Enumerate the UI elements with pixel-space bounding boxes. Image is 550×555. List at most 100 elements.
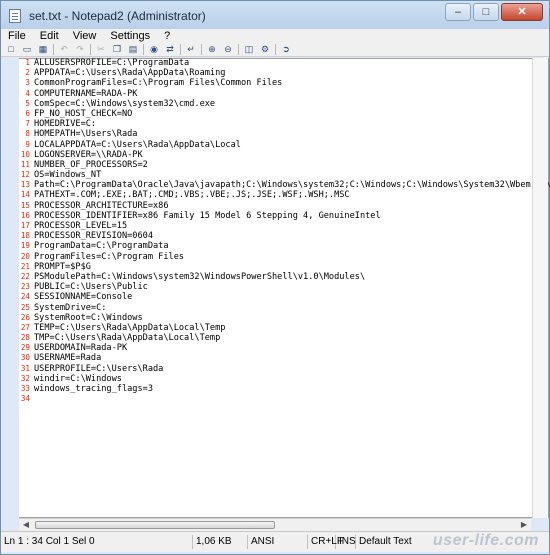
editor-line[interactable]: 24 SESSIONNAME=Console [1, 292, 549, 302]
line-text[interactable]: ProgramData=C:\ProgramData [34, 241, 169, 251]
line-text[interactable]: TMP=C:\Users\Rada\AppData\Local\Temp [34, 333, 220, 343]
word-wrap-icon[interactable]: ↵ [185, 44, 197, 55]
line-text[interactable]: HOMEDRIVE=C: [34, 119, 96, 129]
editor-line[interactable]: 33 windows_tracing_flags=3 [1, 384, 549, 394]
editor-line[interactable]: 6 FP_NO_HOST_CHECK=NO [1, 109, 549, 119]
save-icon[interactable]: ▦ [37, 44, 49, 55]
line-text[interactable]: FP_NO_HOST_CHECK=NO [34, 109, 132, 119]
line-text[interactable]: ComSpec=C:\Windows\system32\cmd.exe [34, 99, 215, 109]
status-encoding: ANSI [248, 535, 308, 549]
editor-line[interactable]: 7 HOMEDRIVE=C: [1, 119, 549, 129]
zoom-out-icon[interactable]: ⊖ [222, 44, 234, 55]
line-text[interactable]: PUBLIC=C:\Users\Public [34, 282, 148, 292]
title-bar[interactable]: set.txt - Notepad2 (Administrator) – □ ✕ [1, 1, 549, 29]
editor-line[interactable]: 5 ComSpec=C:\Windows\system32\cmd.exe [1, 99, 549, 109]
exit-icon[interactable]: ➲ [280, 44, 292, 55]
new-icon[interactable]: □ [5, 44, 17, 55]
editor-line[interactable]: 27 TEMP=C:\Users\Rada\AppData\Local\Temp [1, 323, 549, 333]
editor-line[interactable]: 8 HOMEPATH=\Users\Rada [1, 129, 549, 139]
line-text[interactable]: USERPROFILE=C:\Users\Rada [34, 364, 163, 374]
editor-line[interactable]: 26 SystemRoot=C:\Windows [1, 313, 549, 323]
editor-line[interactable]: 25 SystemDrive=C: [1, 303, 549, 313]
line-text[interactable]: TEMP=C:\Users\Rada\AppData\Local\Temp [34, 323, 225, 333]
editor-line[interactable]: 1 ALLUSERSPROFILE=C:\ProgramData [1, 58, 549, 68]
scroll-left-icon[interactable]: ◀ [20, 520, 32, 530]
maximize-button[interactable]: □ [473, 3, 499, 21]
settings-icon[interactable]: ⚙ [259, 44, 271, 55]
editor-line[interactable]: 10 LOGONSERVER=\\RADA-PK [1, 150, 549, 160]
scroll-thumb[interactable] [35, 521, 275, 529]
editor-line[interactable]: 17 PROCESSOR_LEVEL=15 [1, 221, 549, 231]
line-text[interactable]: USERNAME=Rada [34, 353, 101, 363]
view-icon[interactable]: ◫ [243, 44, 255, 55]
menu-settings[interactable]: Settings [103, 29, 157, 43]
line-number: 11 [20, 159, 30, 169]
line-text[interactable]: PSModulePath=C:\Windows\system32\Windows… [34, 272, 365, 282]
line-text[interactable]: ALLUSERSPROFILE=C:\ProgramData [34, 58, 189, 68]
editor-line[interactable]: 23 PUBLIC=C:\Users\Public [1, 282, 549, 292]
menu-help[interactable]: ? [157, 29, 177, 43]
line-text[interactable]: PROCESSOR_IDENTIFIER=x86 Family 15 Model… [34, 211, 381, 221]
editor-line[interactable]: 21 PROMPT=$P$G [1, 262, 549, 272]
menu-edit[interactable]: Edit [33, 29, 66, 43]
line-text[interactable]: APPDATA=C:\Users\Rada\AppData\Roaming [34, 68, 225, 78]
editor-line[interactable]: 32 windir=C:\Windows [1, 374, 549, 384]
editor-line[interactable]: 22 PSModulePath=C:\Windows\system32\Windo… [1, 272, 549, 282]
minimize-button[interactable]: – [445, 3, 471, 21]
find-icon[interactable]: ◉ [148, 44, 160, 55]
cut-icon[interactable]: ✂ [95, 44, 107, 55]
line-text[interactable]: PROCESSOR_LEVEL=15 [34, 221, 127, 231]
line-text[interactable]: PATHEXT=.COM;.EXE;.BAT;.CMD;.VBS;.VBE;.J… [34, 190, 350, 200]
line-text[interactable]: HOMEPATH=\Users\Rada [34, 129, 137, 139]
paste-icon[interactable]: ▤ [127, 44, 139, 55]
line-text[interactable]: SystemDrive=C: [34, 303, 106, 313]
line-text[interactable]: LOCALAPPDATA=C:\Users\Rada\AppData\Local [34, 140, 241, 150]
line-text[interactable]: ProgramFiles=C:\Program Files [34, 252, 184, 262]
editor-line[interactable]: 14 PATHEXT=.COM;.EXE;.BAT;.CMD;.VBS;.VBE;… [1, 190, 549, 200]
editor-line[interactable]: 30 USERNAME=Rada [1, 353, 549, 363]
editor-line[interactable]: 20 ProgramFiles=C:\Program Files [1, 252, 549, 262]
replace-icon[interactable]: ⇄ [164, 44, 176, 55]
open-icon[interactable]: ▭ [21, 44, 33, 55]
zoom-in-icon[interactable]: ⊕ [206, 44, 218, 55]
copy-icon[interactable]: ❐ [111, 44, 123, 55]
editor-line[interactable]: 11 NUMBER_OF_PROCESSORS=2 [1, 160, 549, 170]
editor-lines[interactable]: 1 ALLUSERSPROFILE=C:\ProgramData 2 APPDATA=… [1, 58, 550, 404]
line-text[interactable]: windows_tracing_flags=3 [34, 384, 153, 394]
editor-line[interactable]: 18 PROCESSOR_REVISION=0604 [1, 231, 549, 241]
close-button[interactable]: ✕ [501, 3, 543, 21]
line-text[interactable]: LOGONSERVER=\\RADA-PK [34, 150, 143, 160]
editor-line[interactable]: 2 APPDATA=C:\Users\Rada\AppData\Roaming [1, 68, 549, 78]
editor-line[interactable]: 3 CommonProgramFiles=C:\Program Files\Com… [1, 78, 549, 88]
line-text[interactable]: SESSIONNAME=Console [34, 292, 132, 302]
line-text[interactable]: USERDOMAIN=Rada-PK [34, 343, 127, 353]
menu-file[interactable]: File [1, 29, 33, 43]
line-text[interactable]: NUMBER_OF_PROCESSORS=2 [34, 160, 148, 170]
editor-line[interactable]: 28 TMP=C:\Users\Rada\AppData\Local\Temp [1, 333, 549, 343]
editor-line[interactable]: 4 COMPUTERNAME=RADA-PK [1, 89, 549, 99]
editor-line[interactable]: 15 PROCESSOR_ARCHITECTURE=x86 [1, 201, 549, 211]
editor-line[interactable]: 29 USERDOMAIN=Rada-PK [1, 343, 549, 353]
editor-line[interactable]: 34 [1, 394, 549, 404]
line-text[interactable]: PROCESSOR_REVISION=0604 [34, 231, 153, 241]
editor-line[interactable]: 9 LOCALAPPDATA=C:\Users\Rada\AppData\Loca… [1, 140, 549, 150]
undo-icon[interactable]: ↶ [58, 44, 70, 55]
menu-view[interactable]: View [66, 29, 104, 43]
editor-line[interactable]: 31 USERPROFILE=C:\Users\Rada [1, 364, 549, 374]
editor-line[interactable]: 12 OS=Windows_NT [1, 170, 549, 180]
vertical-scrollbar[interactable] [532, 58, 548, 518]
line-text[interactable]: SystemRoot=C:\Windows [34, 313, 143, 323]
line-text[interactable]: windir=C:\Windows [34, 374, 122, 384]
editor-line[interactable]: 19 ProgramData=C:\ProgramData [1, 241, 549, 251]
line-text[interactable]: COMPUTERNAME=RADA-PK [34, 89, 137, 99]
line-text[interactable]: PROCESSOR_ARCHITECTURE=x86 [34, 201, 169, 211]
redo-icon[interactable]: ↷ [74, 44, 86, 55]
horizontal-scrollbar[interactable]: ◀ ▶ [19, 518, 531, 531]
line-text[interactable]: PROMPT=$P$G [34, 262, 91, 272]
scroll-right-icon[interactable]: ▶ [518, 520, 530, 530]
line-text[interactable]: Path=C:\ProgramData\Oracle\Java\javapath… [34, 180, 550, 190]
editor-line[interactable]: 13 Path=C:\ProgramData\Oracle\Java\javapa… [1, 180, 550, 190]
line-text[interactable]: CommonProgramFiles=C:\Program Files\Comm… [34, 78, 282, 88]
editor-line[interactable]: 16 PROCESSOR_IDENTIFIER=x86 Family 15 Mod… [1, 211, 549, 221]
line-text[interactable]: OS=Windows_NT [34, 170, 101, 180]
